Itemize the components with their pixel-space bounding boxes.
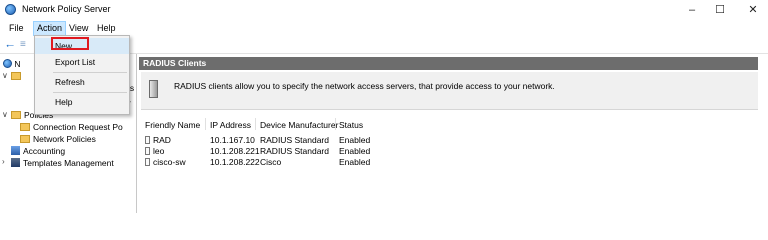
- scrollbar-track[interactable]: [758, 54, 768, 213]
- cell-status: Enabled: [339, 146, 371, 156]
- section-header: RADIUS Clients: [139, 57, 768, 70]
- chevron-down-icon[interactable]: ∨: [2, 110, 8, 119]
- tree-item-nps-root[interactable]: N: [3, 58, 21, 70]
- menu-view[interactable]: View: [66, 22, 91, 35]
- menu-item-refresh[interactable]: Refresh: [35, 74, 129, 90]
- folder-icon: [20, 123, 30, 131]
- details-pane: RADIUS Clients RADIUS clients allow you …: [139, 54, 768, 213]
- table-row[interactable]: cisco-sw 10.1.208.222 Cisco Enabled: [139, 157, 768, 167]
- templates-icon: [11, 158, 20, 167]
- column-divider: [205, 118, 206, 130]
- menu-item-help[interactable]: Help: [35, 94, 129, 110]
- menu-bar: File Action View Help: [0, 20, 768, 36]
- folder-icon: [11, 111, 21, 119]
- tree-item-connection-request-policies[interactable]: Connection Request Po: [20, 121, 123, 133]
- cell-status: Enabled: [339, 135, 371, 145]
- tree-label-templates: Templates Management: [23, 158, 114, 168]
- tree-label-accounting: Accounting: [23, 146, 66, 156]
- column-header-friendly-name[interactable]: Friendly Name: [145, 120, 200, 130]
- app-icon: [5, 4, 16, 15]
- cell-friendly-name: RAD: [153, 135, 171, 145]
- table-row[interactable]: RAD 10.1.167.10 RADIUS Standard Enabled: [139, 135, 768, 145]
- column-header-ip-address[interactable]: IP Address: [210, 120, 251, 130]
- chevron-right-icon[interactable]: ›: [2, 157, 5, 166]
- menu-item-help-label: Help: [55, 97, 73, 107]
- folder-icon: [20, 135, 30, 143]
- menu-item-refresh-label: Refresh: [55, 77, 85, 87]
- client-icon: [145, 136, 150, 144]
- menu-separator: [53, 72, 127, 73]
- cell-friendly-name: leo: [153, 146, 165, 156]
- cell-ip-address: 10.1.208.221: [210, 146, 260, 156]
- cell-manufacturer: RADIUS Standard: [260, 135, 329, 145]
- tree-item-accounting[interactable]: Accounting: [11, 145, 65, 157]
- menu-separator: [53, 92, 127, 93]
- folder-icon: [11, 72, 21, 80]
- action-dropdown-menu: New Export List Refresh Help: [34, 35, 130, 115]
- cell-status: Enabled: [339, 157, 371, 167]
- tree-item-templates-management[interactable]: Templates Management: [11, 157, 114, 169]
- forward-arrow-icon[interactable]: ≡: [20, 39, 26, 50]
- menu-file[interactable]: File: [6, 22, 27, 35]
- server-globe-icon: [3, 59, 12, 68]
- menu-item-export-list[interactable]: Export List: [35, 54, 129, 70]
- menu-action[interactable]: Action: [33, 21, 67, 36]
- cell-friendly-name: cisco-sw: [153, 157, 186, 167]
- tree-label-network-policies: Network Policies: [33, 134, 96, 144]
- column-divider: [335, 118, 336, 130]
- client-icon: [145, 158, 150, 166]
- highlight-box: [51, 37, 89, 50]
- window-title: Network Policy Server: [22, 4, 111, 14]
- tree-root-label: N: [14, 59, 21, 69]
- cell-ip-address: 10.1.208.222: [210, 157, 260, 167]
- chevron-down-icon[interactable]: ∨: [2, 71, 8, 80]
- accounting-icon: [11, 146, 20, 155]
- description-panel: RADIUS clients allow you to specify the …: [141, 72, 768, 110]
- description-text: RADIUS clients allow you to specify the …: [174, 81, 555, 91]
- client-icon: [145, 147, 150, 155]
- column-divider: [255, 118, 256, 130]
- title-bar: Network Policy Server – ☐ ✕: [0, 0, 768, 20]
- column-header-device-manufacturer[interactable]: Device Manufacturer: [260, 120, 338, 130]
- cell-manufacturer: Cisco: [260, 157, 282, 167]
- tree-item-network-policies[interactable]: Network Policies: [20, 133, 96, 145]
- table-row[interactable]: leo 10.1.208.221 RADIUS Standard Enabled: [139, 146, 768, 156]
- server-icon: [149, 80, 158, 98]
- tree-label-connection-request: Connection Request Po: [33, 122, 123, 132]
- close-button[interactable]: ✕: [733, 0, 768, 20]
- menu-item-export-label: Export List: [55, 57, 96, 67]
- column-header-status[interactable]: Status: [339, 120, 363, 130]
- cell-ip-address: 10.1.167.10: [210, 135, 255, 145]
- cell-manufacturer: RADIUS Standard: [260, 146, 329, 156]
- menu-help[interactable]: Help: [94, 22, 119, 35]
